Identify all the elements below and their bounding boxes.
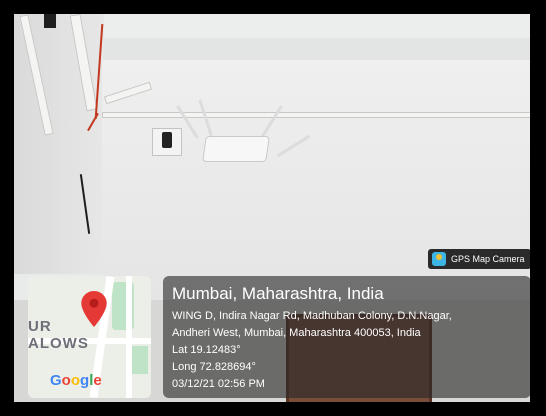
gps-map-camera-badge: GPS Map Camera — [428, 249, 530, 269]
location-map-thumbnail: UR ALOWS Google — [28, 276, 151, 398]
photo: GPS Map Camera UR ALOWS Google Mumbai, M… — [14, 14, 530, 402]
datetime-stamp: 03/12/21 02:56 PM — [172, 378, 265, 390]
ceiling-beam — [100, 38, 530, 61]
address-line-2: Andheri West, Mumbai, Maharashtra 400053… — [172, 327, 421, 339]
address-line-1: WING D, Indira Nagar Rd, Madhuban Colony… — [172, 310, 452, 322]
city-title: Mumbai, Maharashtra, India — [172, 284, 384, 303]
gps-badge-label: GPS Map Camera — [451, 254, 525, 264]
wire-bundle — [44, 14, 56, 28]
map-area-label: UR — [28, 318, 52, 335]
gps-map-camera-app-icon — [432, 252, 446, 266]
map-area-label: ALOWS — [28, 335, 89, 352]
power-plug — [162, 132, 172, 148]
longitude: Long 72.828694° — [172, 361, 256, 373]
location-pin-icon — [81, 291, 107, 327]
wifi-router — [202, 136, 270, 162]
latitude: Lat 19.12483° — [172, 344, 241, 356]
conduit — [102, 112, 530, 118]
location-info-panel: Mumbai, Maharashtra, India WING D, Indir… — [163, 276, 530, 398]
google-logo: Google — [50, 372, 102, 389]
map-road — [126, 276, 132, 398]
